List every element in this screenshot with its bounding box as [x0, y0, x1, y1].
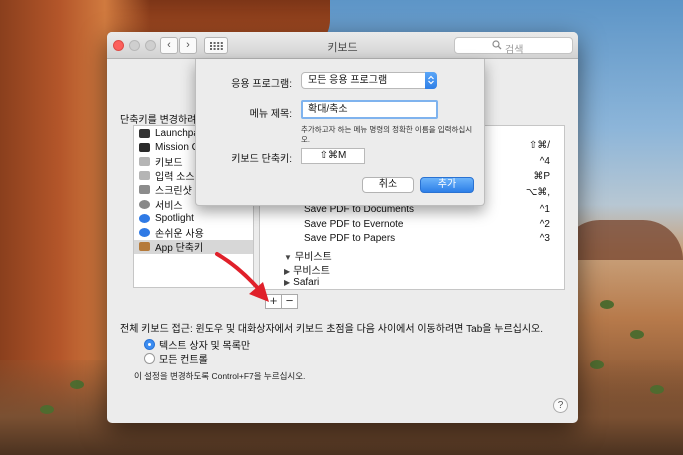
input-source-icon [139, 171, 150, 181]
shortcut-label: Save PDF to Papers [304, 233, 395, 244]
application-value: 모든 응용 프로그램 [308, 75, 388, 86]
category-label: 서비스 [155, 200, 183, 212]
application-label: 응용 프로그램: [231, 79, 292, 90]
row-text: Save PDF to Papers [304, 233, 396, 245]
category-label: 손쉬운 사용 [155, 228, 204, 240]
category-label: Mission C [155, 141, 199, 153]
add-button[interactable]: 추가 [420, 177, 474, 193]
radio-text-boxes-lists[interactable]: 텍스트 상자 및 목록만 [144, 337, 250, 352]
shortcut-row[interactable]: Save PDF to Evernote ^2 [260, 217, 564, 232]
shortcut-row[interactable]: ▼ 무비스트 [260, 246, 564, 263]
desktop-bush [590, 360, 604, 369]
search-icon [492, 40, 502, 50]
desktop-bush [650, 385, 664, 394]
category-label: 키보드 [155, 157, 183, 169]
chevron-updown-icon [428, 75, 434, 85]
spotlight-icon [139, 213, 150, 223]
category-label: 스크린샷 [155, 186, 192, 198]
row-text: Save PDF to Evernote [304, 218, 404, 230]
search-field[interactable]: 검색 [454, 37, 573, 56]
popup-stepper[interactable] [425, 72, 437, 89]
desktop-hill [560, 220, 683, 260]
keyboard-shortcut-label: 키보드 단축키: [231, 154, 292, 165]
application-popup[interactable]: 모든 응용 프로그램 [301, 72, 437, 89]
cancel-button[interactable]: 취소 [362, 177, 414, 193]
radio-all-controls[interactable]: 모든 컨트롤 [144, 351, 208, 366]
title-bar[interactable]: ‹ › 키보드 검색 [107, 32, 578, 59]
app-shortcuts-icon [139, 242, 150, 252]
category-label: Launchpa [155, 127, 199, 139]
keyboard-shortcut-field[interactable]: ⇧⌘M [301, 148, 365, 164]
shortcut-row[interactable]: Save PDF to Papers ^3 [260, 231, 564, 246]
radio-dot-selected[interactable] [144, 339, 155, 350]
menu-title-input[interactable]: 확대/축소 [301, 100, 438, 119]
category-label: 입력 소스 [155, 172, 195, 184]
remove-shortcut-button[interactable]: − [281, 294, 298, 309]
radio-label: 텍스트 상자 및 목록만 [159, 341, 251, 352]
shortcut-key: ^2 [539, 218, 550, 230]
shortcut-key: ⌘P [533, 171, 550, 182]
control-f7-hint: 이 설정을 변경하도록 Control+F7을 누르십시오. [134, 371, 306, 381]
desktop-bush [600, 300, 614, 309]
mission-control-icon [139, 142, 150, 152]
shortcut-row[interactable]: ▶ 무비스트 [260, 260, 564, 277]
category-item[interactable]: 손쉬운 사용 [134, 225, 253, 240]
menu-title-label: 메뉴 제목: [249, 109, 292, 120]
services-gear-icon [139, 199, 150, 209]
accessibility-icon [139, 227, 150, 237]
help-button[interactable]: ? [553, 398, 568, 413]
app-group-label: ▶ Safari [284, 277, 319, 288]
row-text: Safari [293, 277, 320, 288]
shortcut-key: ⌥⌘, [525, 186, 550, 198]
launchpad-icon [139, 128, 150, 138]
search-placeholder: 검색 [505, 45, 524, 56]
category-label: Spotlight [155, 212, 194, 224]
category-item[interactable]: Spotlight [134, 211, 253, 225]
shortcut-label: Save PDF to Evernote [304, 219, 404, 230]
keyboard-icon [139, 156, 150, 166]
shortcut-instructions: 단축키를 변경하려 [120, 115, 197, 126]
shortcut-key: ^4 [539, 155, 550, 167]
shortcut-key: ⇧⌘/ [528, 140, 550, 151]
shortcut-row[interactable]: ▶ Safari [260, 275, 564, 289]
add-shortcut-sheet: 응용 프로그램: 모든 응용 프로그램 메뉴 제목: 확대/축소 추가하고자 하… [195, 59, 485, 206]
annotation-arrow-icon [215, 252, 269, 302]
shortcut-key: ^3 [539, 233, 550, 245]
screenshot-icon [139, 185, 150, 195]
disclosure-closed-icon[interactable]: ▶ [284, 278, 290, 287]
radio-label: 모든 컨트롤 [159, 355, 208, 366]
shortcut-key: ^1 [539, 204, 550, 215]
menu-title-description: 추가하고자 하는 메뉴 명령의 정확한 이름을 입력하십시오. [301, 125, 473, 144]
desktop-bush [40, 405, 54, 414]
radio-dot[interactable] [144, 353, 155, 364]
desktop-bush [70, 380, 84, 389]
full-keyboard-access-text: 전체 키보드 접근: 윈도우 및 대화상자에서 키보드 초점을 다음 사이에서 … [120, 324, 544, 335]
category-label: App 단축키 [155, 243, 204, 255]
desktop-bush [630, 330, 644, 339]
